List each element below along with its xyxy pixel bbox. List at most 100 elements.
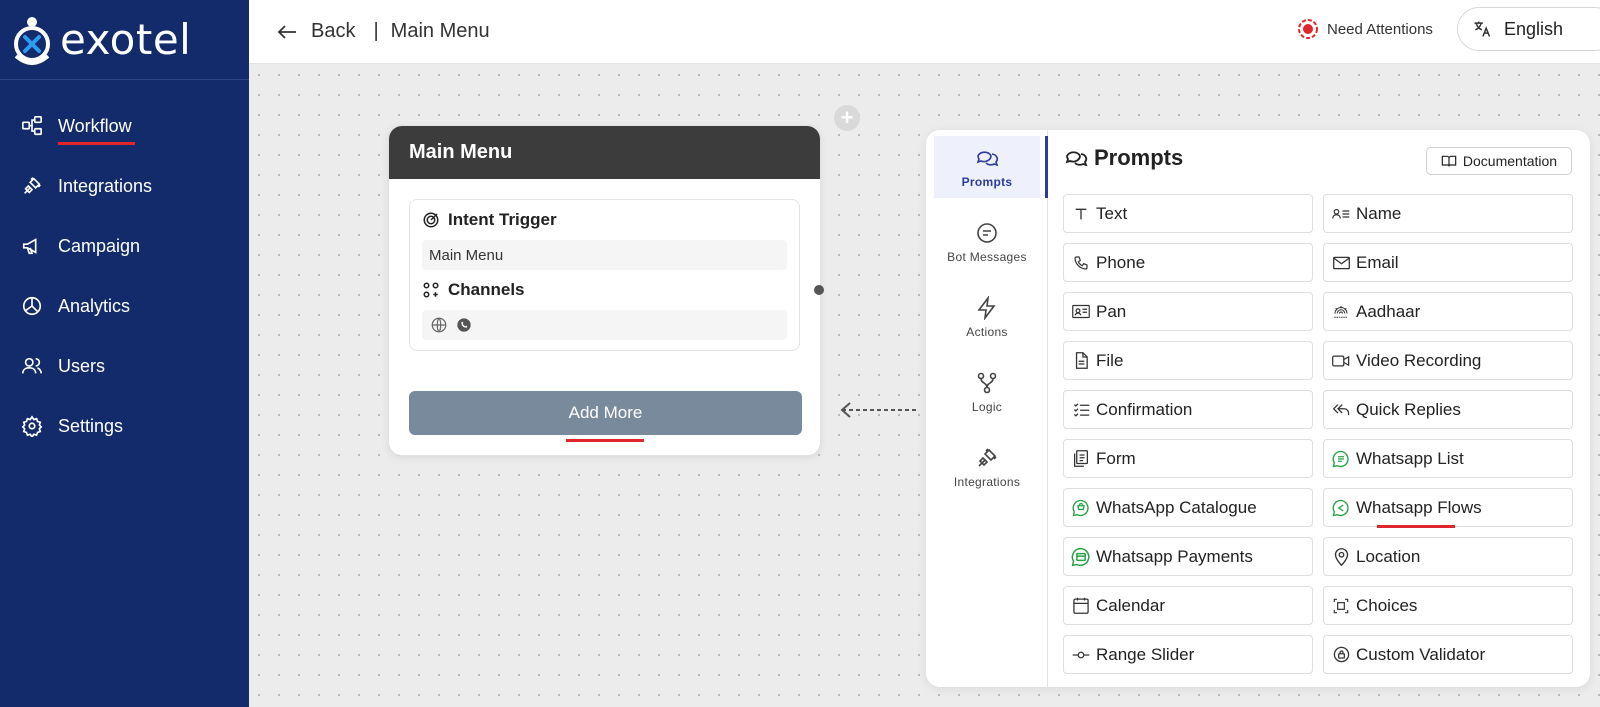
option-label: WhatsApp Catalogue — [1096, 497, 1257, 517]
prompt-option-email[interactable]: Email — [1323, 243, 1573, 282]
lightning-icon — [977, 295, 996, 320]
breadcrumb: Main Menu — [390, 20, 490, 42]
prompt-option-aadhaar[interactable]: Aadhaar — [1323, 292, 1573, 331]
tab-prompts[interactable]: Prompts — [934, 136, 1040, 198]
option-label: Pan — [1096, 301, 1127, 321]
highlight-underline — [566, 439, 644, 442]
option-label: File — [1096, 350, 1124, 370]
panel-title: Prompts — [1064, 145, 1183, 171]
node-title: Main Menu — [389, 126, 820, 179]
prompt-option-location[interactable]: Location — [1323, 537, 1573, 576]
prompt-option-whatsapp-payments[interactable]: Whatsapp Payments — [1063, 537, 1313, 576]
whatsapp-payments-icon — [1071, 547, 1091, 567]
sidebar-item-workflow[interactable]: Workflow — [0, 96, 249, 156]
whatsapp-list-icon — [1331, 449, 1351, 469]
panel-title-label: Prompts — [1094, 145, 1184, 170]
validator-icon — [1331, 645, 1351, 665]
connection-arrow — [840, 402, 918, 418]
id-card-icon — [1071, 302, 1091, 322]
sidebar-item-analytics[interactable]: Analytics — [0, 276, 249, 336]
prompt-option-text[interactable]: Text — [1063, 194, 1313, 233]
add-node-button[interactable]: + — [834, 105, 860, 131]
sidebar-item-integrations[interactable]: Integrations — [0, 156, 249, 216]
prompt-option-choices[interactable]: Choices — [1323, 586, 1573, 625]
option-label: Quick Replies — [1356, 399, 1461, 419]
prompt-option-phone[interactable]: Phone — [1063, 243, 1313, 282]
main-menu-node[interactable]: Main Menu Intent Trigger Main Menu Chann… — [388, 125, 821, 456]
calendar-icon — [1071, 596, 1091, 616]
prompt-option-whatsapp-list[interactable]: Whatsapp List — [1323, 439, 1573, 478]
sidebar: exotel Workflow Integrations Campaign An… — [0, 0, 249, 707]
sidebar-item-label: Analytics — [58, 295, 131, 316]
name-card-icon — [1331, 204, 1351, 224]
option-label: Whatsapp Payments — [1096, 546, 1253, 566]
book-icon — [1441, 155, 1457, 167]
prompt-option-confirmation[interactable]: Confirmation — [1063, 390, 1313, 429]
tab-actions[interactable]: Actions — [934, 286, 1040, 348]
attention-label: Need Attentions — [1327, 20, 1433, 38]
channels-title: Channels — [422, 280, 787, 300]
tab-bot-messages[interactable]: Bot Messages — [934, 211, 1040, 273]
prompt-option-custom-validator[interactable]: Custom Validator — [1323, 635, 1573, 674]
node-connector-handle[interactable] — [814, 285, 824, 295]
sidebar-item-label: Users — [58, 355, 106, 376]
sidebar-item-label: Campaign — [58, 235, 141, 256]
sidebar-item-settings[interactable]: Settings — [0, 396, 249, 456]
option-label: Video Recording — [1356, 350, 1482, 370]
need-attentions-button[interactable]: Need Attentions — [1297, 18, 1433, 40]
prompt-option-calendar[interactable]: Calendar — [1063, 586, 1313, 625]
option-label: Confirmation — [1096, 399, 1193, 419]
back-button[interactable]: Back — [277, 20, 355, 43]
intent-trigger-title: Intent Trigger — [422, 210, 787, 230]
location-pin-icon — [1331, 547, 1351, 567]
tab-label: Logic — [971, 399, 1003, 414]
tab-label: Prompts — [961, 174, 1013, 189]
sidebar-item-label: Integrations — [58, 175, 153, 196]
mail-icon — [1331, 253, 1351, 273]
tab-label: Actions — [966, 324, 1008, 339]
intent-value: Main Menu — [422, 240, 787, 270]
reply-all-icon — [1331, 400, 1351, 420]
prompt-option-video-recording[interactable]: Video Recording — [1323, 341, 1573, 380]
tab-integrations[interactable]: Integrations — [934, 436, 1040, 498]
panel-category-rail: Prompts Bot Messages Actions Logic Integ… — [926, 130, 1048, 687]
prompt-option-name[interactable]: Name — [1323, 194, 1573, 233]
channels-list — [422, 310, 787, 340]
option-label: Text — [1096, 203, 1128, 223]
target-icon — [423, 212, 439, 228]
add-more-button[interactable]: Add More — [409, 391, 802, 435]
text-icon — [1071, 204, 1091, 224]
prompt-option-file[interactable]: File — [1063, 341, 1313, 380]
prompts-panel: Prompts Bot Messages Actions Logic Integ… — [926, 130, 1590, 687]
prompt-option-quick-replies[interactable]: Quick Replies — [1323, 390, 1573, 429]
prompt-option-whatsapp-catalogue[interactable]: WhatsApp Catalogue — [1063, 488, 1313, 527]
sidebar-item-campaign[interactable]: Campaign — [0, 216, 249, 276]
documentation-label: Documentation — [1462, 153, 1558, 169]
checklist-icon — [1071, 400, 1091, 420]
node-content: Intent Trigger Main Menu Channels — [409, 199, 800, 351]
sidebar-item-label: Workflow — [58, 115, 135, 145]
intent-trigger-label: Intent Trigger — [448, 210, 557, 229]
translate-icon — [1474, 21, 1491, 37]
tab-logic[interactable]: Logic — [934, 361, 1040, 423]
prompt-option-range-slider[interactable]: Range Slider — [1063, 635, 1313, 674]
choices-icon — [1331, 596, 1351, 616]
whatsapp-flows-icon — [1331, 498, 1351, 518]
option-label: Form — [1096, 448, 1136, 468]
channels-label: Channels — [448, 280, 525, 299]
brand-logo[interactable]: exotel — [0, 0, 249, 80]
prompt-option-pan[interactable]: Pan — [1063, 292, 1313, 331]
whatsapp-catalogue-icon — [1071, 498, 1091, 518]
gear-icon — [20, 414, 44, 438]
option-label: Calendar — [1096, 595, 1165, 615]
aadhaar-icon — [1331, 302, 1351, 322]
globe-icon — [431, 317, 447, 333]
language-select[interactable]: English — [1457, 7, 1600, 51]
prompt-option-form[interactable]: Form — [1063, 439, 1313, 478]
documentation-button[interactable]: Documentation — [1426, 147, 1572, 175]
form-icon — [1071, 449, 1091, 469]
pie-chart-icon — [20, 294, 44, 318]
sidebar-nav: Workflow Integrations Campaign Analytics… — [0, 80, 249, 456]
prompt-option-whatsapp-flows[interactable]: Whatsapp Flows — [1323, 488, 1573, 527]
sidebar-item-users[interactable]: Users — [0, 336, 249, 396]
